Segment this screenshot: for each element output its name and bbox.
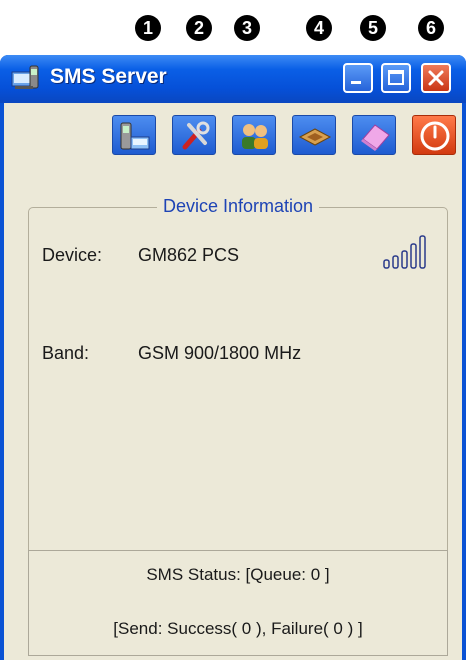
sms-status-panel: SMS Status: [Queue: 0 ] [Send: Success( …	[28, 550, 448, 656]
users-button[interactable]	[232, 115, 276, 155]
signal-strength-icon	[383, 235, 426, 269]
band-value: GSM 900/1800 MHz	[138, 343, 302, 363]
minimize-icon	[351, 81, 361, 84]
users-icon	[242, 124, 268, 149]
phone-connect-icon	[120, 122, 150, 150]
device-value: GM862 PCS	[138, 245, 240, 265]
maximize-icon	[388, 70, 404, 85]
status-queue: SMS Status: [Queue: 0 ]	[146, 565, 330, 584]
eraser-icon	[361, 124, 390, 151]
app-icon	[10, 64, 42, 92]
callout-6: 6	[418, 15, 444, 41]
title-bar[interactable]: SMS Server	[0, 55, 466, 103]
tools-icon	[182, 121, 210, 150]
callout-4: 4	[306, 15, 332, 41]
callout-3: 3	[234, 15, 260, 41]
power-icon	[420, 121, 450, 151]
callout-5: 5	[360, 15, 386, 41]
message-button[interactable]	[292, 115, 336, 155]
settings-button[interactable]	[172, 115, 216, 155]
group-legend: Device Information	[156, 196, 320, 216]
window-title: SMS Server	[50, 65, 167, 88]
callout-1: 1	[135, 15, 161, 41]
envelope-icon	[298, 128, 332, 146]
close-icon	[428, 70, 444, 86]
status-send-result: [Send: Success( 0 ), Failure( 0 ) ]	[113, 619, 363, 638]
minimize-button[interactable]	[343, 63, 373, 93]
callout-2: 2	[186, 15, 212, 41]
clear-button[interactable]	[352, 115, 396, 155]
close-button[interactable]	[421, 63, 451, 93]
device-label: Device:	[42, 245, 103, 265]
maximize-button[interactable]	[381, 63, 411, 93]
band-label: Band:	[42, 343, 90, 363]
connect-device-button[interactable]	[112, 115, 156, 155]
shutdown-button[interactable]	[412, 115, 456, 155]
